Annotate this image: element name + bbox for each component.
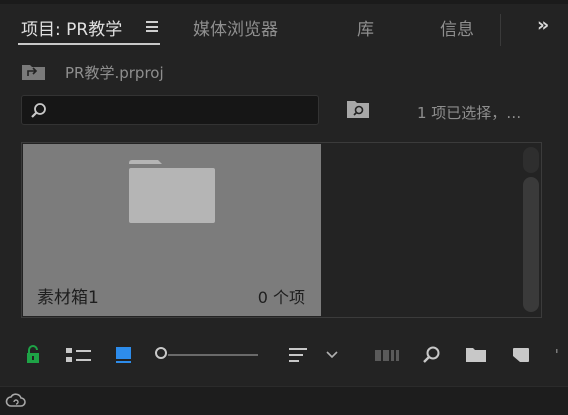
automate-to-sequence-icon[interactable]: [374, 344, 400, 366]
search-box[interactable]: [21, 95, 319, 125]
tab-overflow-icon[interactable]: »: [537, 14, 549, 36]
panel-menu-icon[interactable]: [146, 21, 158, 32]
toolbar-overflow-icon[interactable]: [554, 344, 560, 366]
chevron-down-icon[interactable]: [325, 344, 339, 366]
tab-media-browser[interactable]: 媒体浏览器: [193, 15, 278, 40]
vertical-scrollbar[interactable]: [523, 177, 539, 312]
search-input[interactable]: [56, 100, 310, 122]
scrollbar-top: [523, 147, 539, 173]
icon-view-icon[interactable]: [114, 344, 134, 366]
bin-item-count: 0 个项: [257, 288, 305, 307]
project-panel: 项目: PR教学 媒体浏览器 库 信息 » PR教学.prproj 1 项已选择…: [0, 0, 568, 386]
new-bin-icon[interactable]: [465, 344, 487, 366]
find-icon[interactable]: [422, 344, 442, 366]
folder-icon: [129, 160, 215, 223]
tab-bar: 项目: PR教学 媒体浏览器 库 信息 »: [0, 4, 568, 46]
bin-name: 素材箱1: [37, 288, 99, 308]
sort-icon[interactable]: [288, 344, 308, 366]
zoom-slider-track[interactable]: [168, 354, 258, 356]
project-file-name: PR教学.prproj: [65, 64, 164, 82]
folder-up-icon[interactable]: [21, 63, 47, 81]
new-item-icon[interactable]: [510, 344, 532, 366]
tab-divider: [500, 14, 501, 46]
list-view-icon[interactable]: [65, 344, 93, 366]
new-search-bin-icon[interactable]: [346, 99, 370, 119]
tab-libraries[interactable]: 库: [357, 15, 374, 40]
tab-info[interactable]: 信息: [440, 15, 474, 40]
search-icon: [31, 103, 46, 118]
creative-cloud-icon[interactable]: [5, 393, 27, 409]
active-tab-indicator: [18, 43, 160, 45]
lock-icon[interactable]: [25, 344, 41, 366]
zoom-slider-knob[interactable]: [155, 347, 167, 359]
status-bar: [0, 386, 568, 415]
selection-status: 1 项已选择，…: [417, 104, 522, 122]
bin-tile[interactable]: 素材箱1 0 个项: [23, 144, 321, 316]
tab-project[interactable]: 项目: PR教学: [21, 15, 122, 40]
